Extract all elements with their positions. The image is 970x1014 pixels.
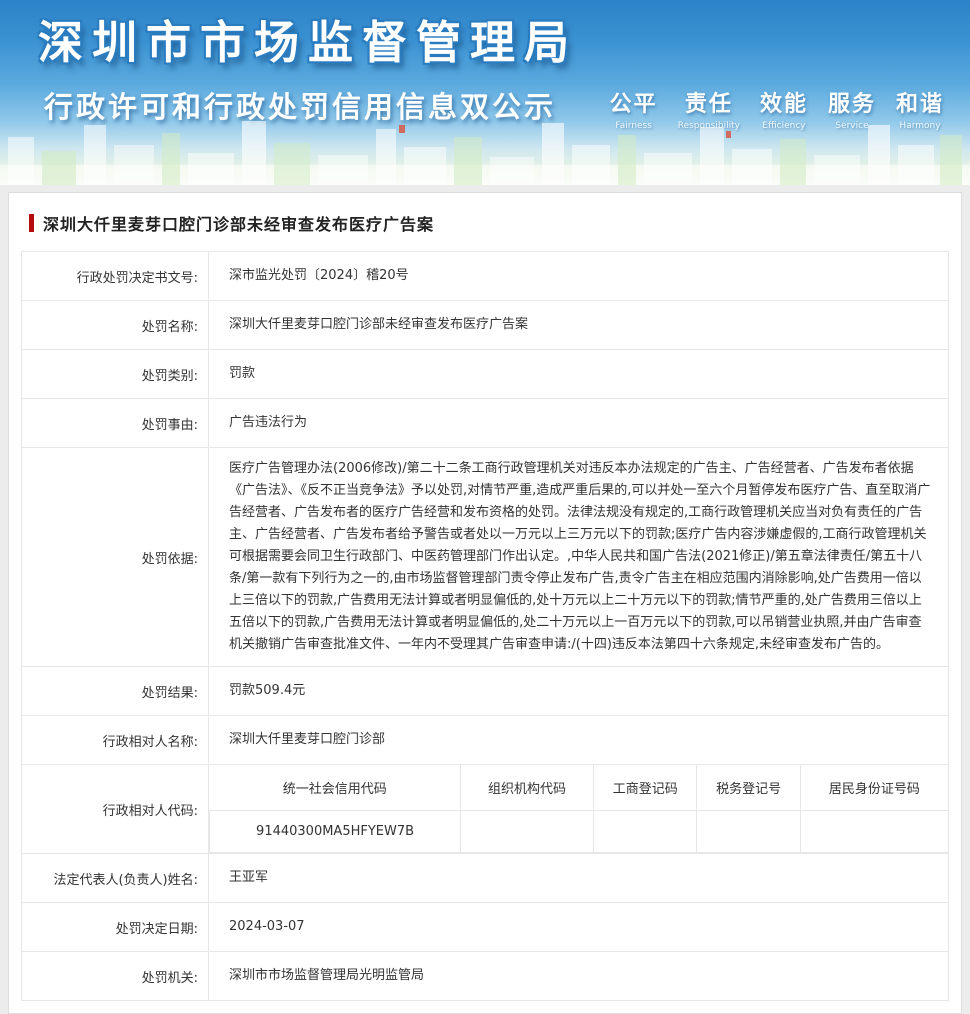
code-value-row: 91440300MA5HFYEW7B (210, 811, 949, 853)
table-row-codes: 行政相对人代码: 统一社会信用代码 组织机构代码 工商登记码 税务登记号 居民身… (22, 765, 949, 854)
row-label: 处罚名称: (22, 301, 209, 350)
code-header: 组织机构代码 (461, 765, 594, 811)
site-header: 深圳市市场监督管理局 行政许可和行政处罚信用信息双公示 公平 Fairness … (0, 0, 970, 185)
row-value: 深圳市市场监督管理局光明监管局 (209, 952, 949, 1001)
row-value: 王亚军 (209, 854, 949, 903)
title-accent-bar (29, 214, 34, 232)
table-row: 处罚名称: 深圳大仟里麦芽口腔门诊部未经审查发布医疗广告案 (22, 301, 949, 350)
row-value: 2024-03-07 (209, 903, 949, 952)
row-value: 深圳大仟里麦芽口腔门诊部未经审查发布医疗广告案 (209, 301, 949, 350)
table-row: 行政相对人名称: 深圳大仟里麦芽口腔门诊部 (22, 716, 949, 765)
row-label: 处罚事由: (22, 399, 209, 448)
row-label: 行政相对人名称: (22, 716, 209, 765)
row-label: 行政处罚决定书文号: (22, 252, 209, 301)
code-header: 税务登记号 (697, 765, 800, 811)
page-title-row: 深圳大仟里麦芽口腔门诊部未经审查发布医疗广告案 (21, 211, 949, 235)
table-row: 处罚类别: 罚款 (22, 350, 949, 399)
table-row: 行政处罚决定书文号: 深市监光处罚〔2024〕稽20号 (22, 252, 949, 301)
code-value-id (800, 811, 948, 853)
code-header: 工商登记码 (594, 765, 697, 811)
page-title: 深圳大仟里麦芽口腔门诊部未经审查发布医疗广告案 (43, 211, 434, 235)
table-row: 处罚机关: 深圳市市场监督管理局光明监管局 (22, 952, 949, 1001)
row-value-codes: 统一社会信用代码 组织机构代码 工商登记码 税务登记号 居民身份证号码 9144… (209, 765, 949, 854)
table-row: 法定代表人(负责人)姓名: 王亚军 (22, 854, 949, 903)
row-value: 深圳大仟里麦芽口腔门诊部 (209, 716, 949, 765)
row-label: 行政相对人代码: (22, 765, 209, 854)
city-skyline-graphic (0, 107, 970, 185)
row-value: 深市监光处罚〔2024〕稽20号 (209, 252, 949, 301)
table-row: 处罚事由: 广告违法行为 (22, 399, 949, 448)
penalty-info-table: 行政处罚决定书文号: 深市监光处罚〔2024〕稽20号 处罚名称: 深圳大仟里麦… (21, 251, 949, 1001)
row-label: 处罚依据: (22, 448, 209, 667)
row-label: 处罚结果: (22, 667, 209, 716)
row-label: 处罚机关: (22, 952, 209, 1001)
code-value-business (594, 811, 697, 853)
party-code-table: 统一社会信用代码 组织机构代码 工商登记码 税务登记号 居民身份证号码 9144… (209, 765, 948, 853)
row-value: 罚款 (209, 350, 949, 399)
row-label: 处罚决定日期: (22, 903, 209, 952)
row-label: 处罚类别: (22, 350, 209, 399)
table-row: 处罚决定日期: 2024-03-07 (22, 903, 949, 952)
row-value: 罚款509.4元 (209, 667, 949, 716)
code-value-tax (697, 811, 800, 853)
content-panel: 深圳大仟里麦芽口腔门诊部未经审查发布医疗广告案 行政处罚决定书文号: 深市监光处… (8, 192, 962, 1014)
table-row: 处罚依据: 医疗广告管理办法(2006修改)/第二十二条工商行政管理机关对违反本… (22, 448, 949, 667)
code-value-credit: 91440300MA5HFYEW7B (210, 811, 461, 853)
site-title: 深圳市市场监督管理局 (38, 6, 578, 71)
row-value: 医疗广告管理办法(2006修改)/第二十二条工商行政管理机关对违反本办法规定的广… (209, 448, 949, 667)
code-header: 统一社会信用代码 (210, 765, 461, 811)
code-header: 居民身份证号码 (800, 765, 948, 811)
row-label: 法定代表人(负责人)姓名: (22, 854, 209, 903)
row-value: 广告违法行为 (209, 399, 949, 448)
table-row: 处罚结果: 罚款509.4元 (22, 667, 949, 716)
code-header-row: 统一社会信用代码 组织机构代码 工商登记码 税务登记号 居民身份证号码 (210, 765, 949, 811)
code-value-org (461, 811, 594, 853)
